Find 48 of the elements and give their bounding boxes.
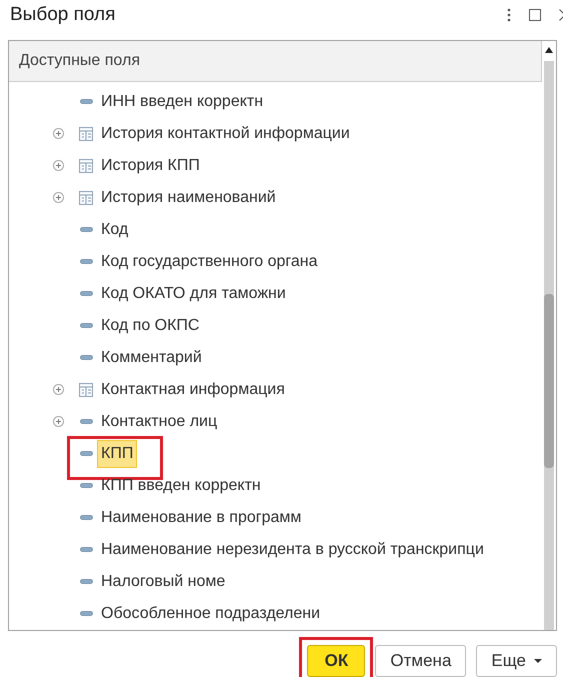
field-icon — [80, 547, 92, 552]
tree-item[interactable]: Налоговый номе — [97, 568, 230, 596]
expand-icon[interactable] — [52, 416, 64, 428]
tree-item[interactable]: Код ОКАТО для таможни — [97, 280, 290, 308]
field-icon — [80, 451, 92, 456]
tree-item[interactable]: Код государственного органа — [97, 248, 322, 276]
tree-item[interactable]: Контактная информация — [97, 376, 289, 404]
tree-item[interactable]: Наименование нерезидента в русской транскрипци — [97, 536, 488, 564]
tree-item[interactable]: История КПП — [97, 152, 204, 180]
ok-button[interactable]: ОК — [307, 645, 366, 677]
tree-item[interactable]: История контактной информации — [97, 120, 354, 148]
more-icon[interactable] — [507, 8, 511, 22]
window-title: Выбор поля — [10, 4, 116, 26]
maximize-icon[interactable] — [529, 8, 541, 21]
field-icon — [80, 515, 92, 520]
scroll-up-icon[interactable] — [545, 46, 553, 53]
table-icon — [79, 190, 93, 205]
field-icon — [80, 227, 92, 232]
field-icon — [80, 259, 92, 264]
field-icon — [80, 291, 92, 296]
tree-item[interactable]: ИНН введен корректн — [97, 88, 268, 116]
tree-item[interactable]: Комментарий — [97, 344, 206, 372]
field-icon — [80, 483, 92, 488]
table-icon — [79, 382, 93, 397]
tree-item[interactable]: Обособленное подразделени — [97, 600, 324, 628]
expand-icon[interactable] — [52, 128, 64, 140]
tree-item[interactable]: Код по ОКПС — [97, 312, 204, 340]
column-header: Доступные поля — [9, 40, 542, 82]
caret-icon — [534, 659, 542, 663]
tree-item[interactable]: Код — [97, 216, 132, 244]
field-icon — [80, 99, 92, 104]
tree-item[interactable]: КПП — [97, 440, 138, 468]
tree-item[interactable]: КПП введен корректн — [97, 472, 265, 500]
field-icon — [80, 323, 92, 328]
field-icon — [80, 355, 92, 360]
table-icon — [79, 126, 93, 141]
tree-item[interactable]: Контактное лиц — [97, 408, 222, 436]
tree-item[interactable]: История наименований — [97, 184, 280, 212]
field-icon — [80, 611, 92, 616]
field-icon — [80, 579, 92, 584]
cancel-button[interactable]: Отмена — [375, 645, 466, 677]
tree-item[interactable]: Наименование в программ — [97, 504, 306, 532]
table-icon — [79, 158, 93, 173]
expand-icon[interactable] — [52, 192, 64, 204]
expand-icon[interactable] — [52, 160, 64, 172]
expand-icon[interactable] — [52, 384, 64, 396]
field-icon — [80, 419, 92, 424]
more-button[interactable]: Еще — [476, 645, 557, 677]
